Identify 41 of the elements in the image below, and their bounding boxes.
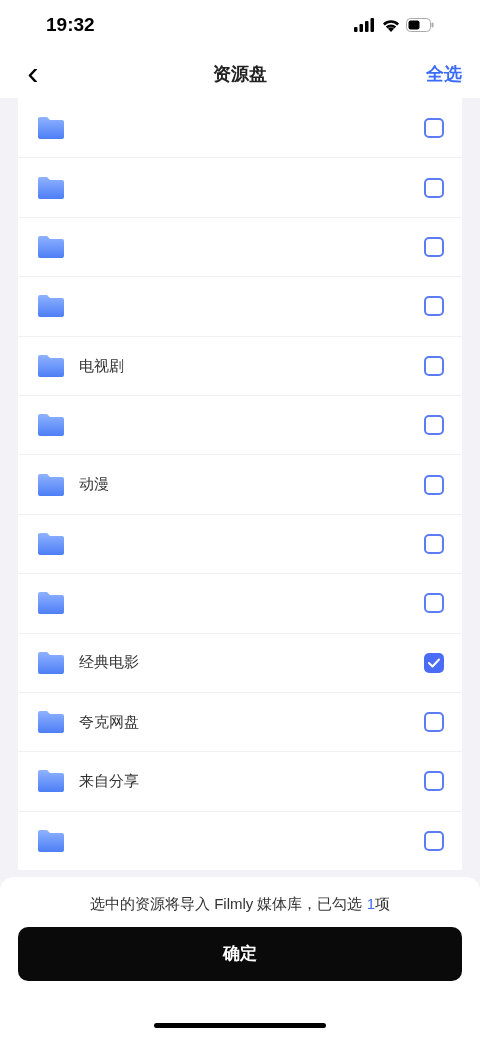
status-time: 19:32 [46,12,95,37]
folder-icon [38,235,64,258]
folder-icon [38,116,64,139]
checkbox[interactable] [424,296,444,317]
folder-name: 电视剧 [79,355,124,376]
checkbox[interactable] [424,236,444,257]
folder-icon [38,770,64,793]
folder-icon [38,829,64,852]
checkbox[interactable] [424,652,444,673]
checkbox[interactable] [424,355,444,376]
folder-icon [38,711,64,734]
folder-name: 夸克网盘 [79,711,139,732]
folder-icon [38,473,64,496]
checkbox[interactable] [424,593,444,614]
folder-icon [38,414,64,437]
back-button[interactable]: ‹ [18,55,48,89]
confirm-button[interactable]: 确定 [18,926,462,981]
checkbox[interactable] [424,415,444,436]
battery-icon [406,18,434,32]
checkbox[interactable] [424,177,444,198]
checkbox[interactable] [424,830,444,851]
checkbox[interactable] [424,474,444,495]
wifi-icon [382,18,400,32]
signal-icon [354,18,376,32]
folder-name: 经典电影 [79,652,139,673]
page-title: 资源盘 [213,62,267,86]
folder-name: 动漫 [79,474,109,495]
checkbox[interactable] [424,117,444,138]
selection-note: 选中的资源将导入 Filmly 媒体库，已勾选 1项 [90,894,390,914]
checkbox[interactable] [424,712,444,733]
folder-icon [38,532,64,555]
checkbox[interactable] [424,771,444,792]
folder-icon [38,651,64,674]
check-icon [428,657,440,668]
folder-icon [38,592,64,615]
checkbox[interactable] [424,533,444,554]
folder-name: 来自分享 [79,771,139,792]
folder-icon [38,176,64,199]
folder-icon [38,354,64,377]
select-all-button[interactable]: 全选 [426,60,462,88]
folder-icon [38,295,64,318]
